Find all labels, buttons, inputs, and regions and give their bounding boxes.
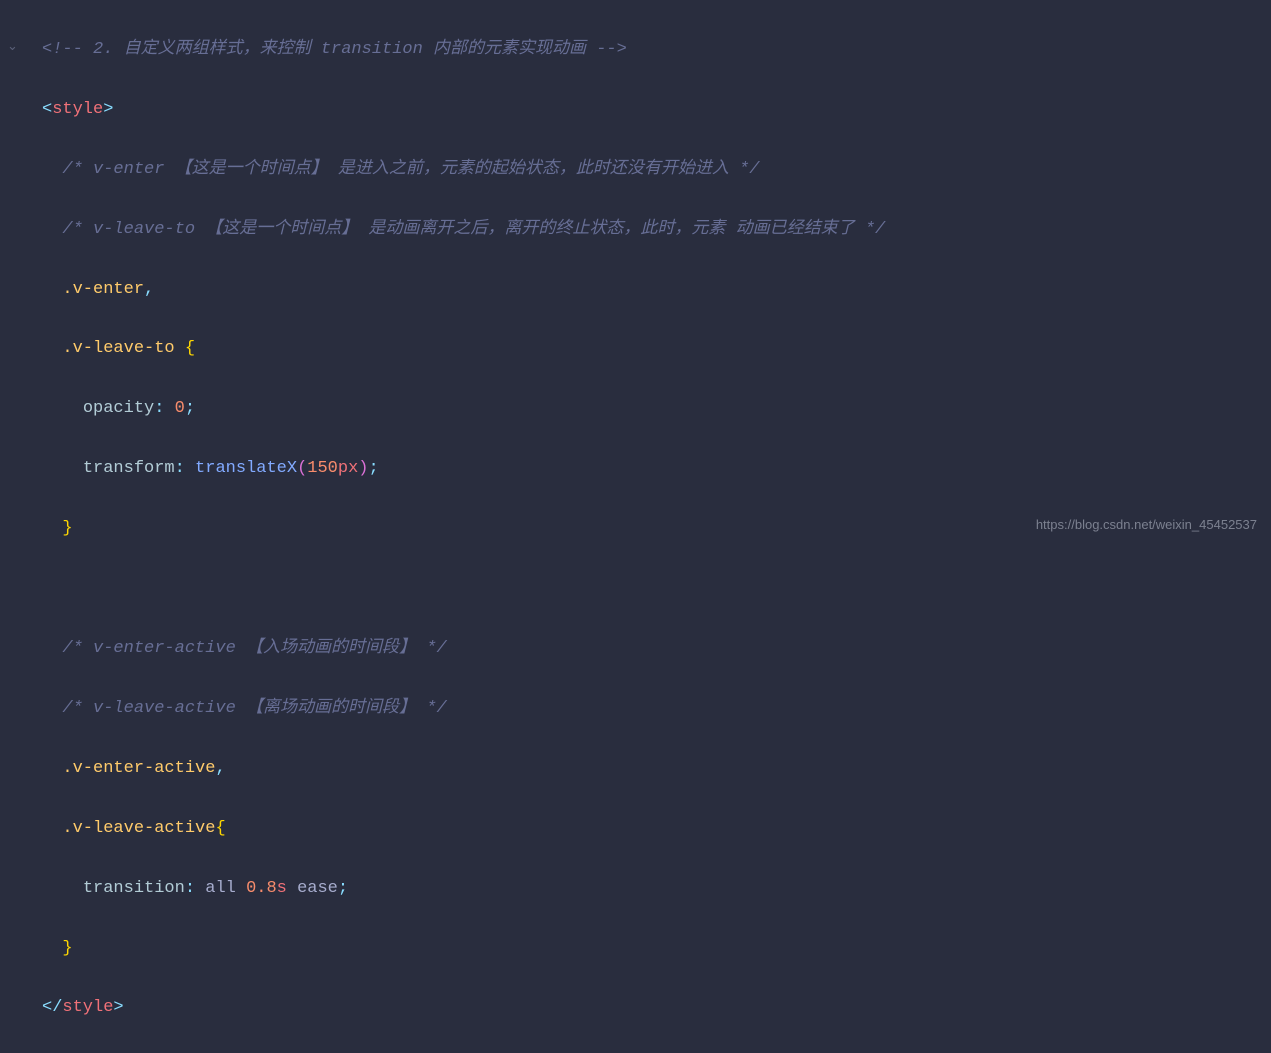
tag-bracket: > <box>103 100 113 119</box>
brace: } <box>62 519 72 538</box>
indent <box>42 819 62 838</box>
punctuation: , <box>215 759 225 778</box>
indent <box>42 220 62 239</box>
tag-bracket: < <box>42 998 52 1017</box>
text <box>175 339 185 358</box>
css-property: transition <box>83 879 185 898</box>
code-comment: /* v-enter-active 【入场动画的时间段】 */ <box>62 639 446 658</box>
indent <box>42 879 83 898</box>
indent <box>42 519 62 538</box>
indent <box>42 459 83 478</box>
css-property: opacity <box>83 399 154 418</box>
watermark-text: https://blog.csdn.net/weixin_45452537 <box>1036 514 1257 537</box>
css-value: 0.8 <box>246 879 277 898</box>
editor-gutter: ⌄ <box>0 0 26 547</box>
punctuation: : <box>154 399 174 418</box>
css-value: 150 <box>307 459 338 478</box>
code-comment: <!-- 2. 自定义两组样式，来控制 transition 内部的元素实现动画… <box>42 40 627 59</box>
punctuation: ; <box>369 459 379 478</box>
code-comment: /* v-leave-to 【这是一个时间点】 是动画离开之后，离开的终止状态，… <box>62 220 885 239</box>
indent <box>42 339 62 358</box>
css-value: all <box>205 879 246 898</box>
punctuation: : <box>175 459 195 478</box>
paren: ) <box>358 459 368 478</box>
indent <box>42 399 83 418</box>
punctuation: ; <box>338 879 348 898</box>
css-unit: px <box>338 459 358 478</box>
css-value: ease <box>287 879 338 898</box>
indent <box>42 639 62 658</box>
code-comment: /* v-leave-active 【离场动画的时间段】 */ <box>62 699 446 718</box>
tag-slash: / <box>52 998 62 1017</box>
fold-arrow-icon[interactable]: ⌄ <box>7 36 18 59</box>
css-property: transform <box>83 459 175 478</box>
paren: ( <box>297 459 307 478</box>
tag-bracket: > <box>113 998 123 1017</box>
brace: { <box>185 339 195 358</box>
indent <box>42 280 62 299</box>
css-selector: .v-enter-active <box>62 759 215 778</box>
css-selector: .v-enter <box>62 280 144 299</box>
css-function: translateX <box>195 459 297 478</box>
brace: { <box>215 819 225 838</box>
indent <box>42 699 62 718</box>
indent <box>42 939 62 958</box>
tag-bracket: < <box>42 100 52 119</box>
code-comment: /* v-enter 【这是一个时间点】 是进入之前，元素的起始状态，此时还没有… <box>62 160 759 179</box>
punctuation: , <box>144 280 154 299</box>
punctuation: ; <box>185 399 195 418</box>
indent <box>42 759 62 778</box>
punctuation: : <box>185 879 205 898</box>
css-value: 0 <box>175 399 185 418</box>
css-selector: .v-leave-to <box>62 339 174 358</box>
css-selector: .v-leave-active <box>62 819 215 838</box>
tag-name: style <box>52 100 103 119</box>
indent <box>42 160 62 179</box>
css-unit: s <box>277 879 287 898</box>
brace: } <box>62 939 72 958</box>
tag-name: style <box>62 998 113 1017</box>
